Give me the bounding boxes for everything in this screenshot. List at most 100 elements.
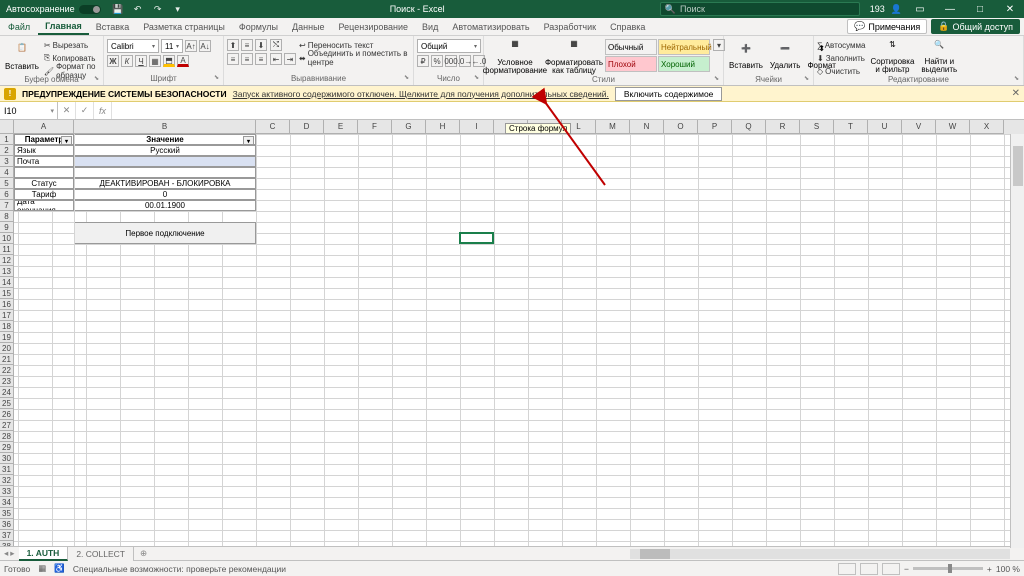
close-button[interactable]: ✕: [998, 0, 1022, 18]
row-header[interactable]: 17: [0, 310, 14, 321]
tab-formulas[interactable]: Формулы: [232, 18, 285, 35]
user-avatar-icon[interactable]: 👤: [891, 4, 902, 15]
cell[interactable]: Почта: [14, 156, 74, 167]
cell[interactable]: Статус: [14, 178, 74, 189]
conditional-formatting-button[interactable]: ▦Условное форматирование: [487, 39, 543, 75]
row-header[interactable]: 34: [0, 497, 14, 508]
zoom-in-button[interactable]: +: [987, 564, 992, 574]
cell[interactable]: ДЕАКТИВИРОВАН - БЛОКИРОВКА: [74, 178, 256, 189]
column-header[interactable]: N: [630, 120, 664, 134]
column-header[interactable]: U: [868, 120, 902, 134]
vertical-scrollbar[interactable]: [1010, 134, 1024, 548]
row-header[interactable]: 15: [0, 288, 14, 299]
user-badge[interactable]: 193: [870, 4, 885, 14]
zoom-level[interactable]: 100 %: [996, 564, 1020, 574]
view-page-break-icon[interactable]: [882, 563, 900, 575]
find-select-button[interactable]: 🔍Найти и выделить: [919, 39, 959, 75]
row-header[interactable]: 19: [0, 332, 14, 343]
column-header[interactable]: E: [324, 120, 358, 134]
macros-icon[interactable]: ▦: [38, 563, 46, 574]
column-header[interactable]: S: [800, 120, 834, 134]
row-header[interactable]: 21: [0, 354, 14, 365]
ribbon-options-icon[interactable]: ▭: [908, 0, 932, 18]
tab-view[interactable]: Вид: [415, 18, 445, 35]
group-font-label[interactable]: Шрифт: [107, 74, 220, 84]
cell-styles-gallery[interactable]: Обычный Нейтральный Плохой Хороший: [605, 39, 710, 72]
row-header[interactable]: 32: [0, 475, 14, 486]
row-header[interactable]: 36: [0, 519, 14, 530]
first-connection-button[interactable]: Первое подключение: [74, 222, 256, 244]
sheet-tab-auth[interactable]: 1. AUTH: [19, 547, 69, 561]
tab-home[interactable]: Главная: [38, 18, 89, 35]
group-styles-label[interactable]: Стили: [487, 75, 720, 84]
column-header[interactable]: P: [698, 120, 732, 134]
cell[interactable]: 00.01.1900: [74, 200, 256, 211]
column-header[interactable]: D: [290, 120, 324, 134]
indent-increase-icon[interactable]: ⇥: [284, 53, 296, 65]
group-clipboard-label[interactable]: Буфер обмена: [3, 75, 100, 84]
paste-button[interactable]: 📋Вставить: [3, 39, 41, 75]
align-left-icon[interactable]: ≡: [227, 53, 239, 65]
sheet-tab-collect[interactable]: 2. COLLECT: [68, 547, 134, 561]
bold-button[interactable]: Ж: [107, 55, 119, 67]
row-header[interactable]: 30: [0, 453, 14, 464]
row-header[interactable]: 1: [0, 134, 14, 145]
accessibility-icon[interactable]: ♿: [54, 563, 65, 574]
cut-button[interactable]: ✂Вырезать: [44, 39, 100, 51]
row-header[interactable]: 24: [0, 387, 14, 398]
share-button[interactable]: 🔒Общий доступ: [931, 19, 1020, 34]
cell[interactable]: Дата окончания: [14, 200, 74, 211]
cell[interactable]: Русский: [74, 145, 256, 156]
indent-decrease-icon[interactable]: ⇤: [270, 53, 282, 65]
row-header[interactable]: 31: [0, 464, 14, 475]
tab-developer[interactable]: Разработчик: [537, 18, 603, 35]
align-bottom-icon[interactable]: ⬇: [255, 39, 267, 51]
fx-icon[interactable]: fx: [94, 102, 112, 119]
column-header[interactable]: R: [766, 120, 800, 134]
column-header[interactable]: I: [460, 120, 494, 134]
merge-center-button[interactable]: ⬌Объединить и поместить в центре: [299, 52, 410, 64]
column-header[interactable]: O: [664, 120, 698, 134]
row-header[interactable]: 7: [0, 200, 14, 211]
select-all-corner[interactable]: [0, 120, 14, 134]
column-header[interactable]: F: [358, 120, 392, 134]
toggle-off-icon[interactable]: [79, 5, 101, 14]
comments-button[interactable]: 💬Примечания: [847, 19, 927, 34]
row-header[interactable]: 13: [0, 266, 14, 277]
increase-font-icon[interactable]: A↑: [185, 40, 197, 52]
font-name-combo[interactable]: Calibri: [107, 39, 159, 53]
security-message-link[interactable]: Запуск активного содержимого отключен. Щ…: [233, 89, 609, 99]
row-header[interactable]: 35: [0, 508, 14, 519]
row-header[interactable]: 20: [0, 343, 14, 354]
column-header[interactable]: H: [426, 120, 460, 134]
underline-button[interactable]: Ч: [135, 55, 147, 67]
align-center-icon[interactable]: ≡: [241, 53, 253, 65]
enter-formula-icon[interactable]: ✓: [76, 102, 94, 119]
group-editing-label[interactable]: Редактирование: [817, 75, 1020, 84]
group-cells-label[interactable]: Ячейки: [727, 75, 810, 84]
row-header[interactable]: 9: [0, 222, 14, 233]
column-header[interactable]: V: [902, 120, 936, 134]
column-header[interactable]: W: [936, 120, 970, 134]
row-header[interactable]: 28: [0, 431, 14, 442]
column-header[interactable]: Q: [732, 120, 766, 134]
style-neutral[interactable]: Нейтральный: [658, 39, 710, 55]
orientation-icon[interactable]: ⤭: [270, 39, 282, 51]
style-bad[interactable]: Плохой: [605, 56, 657, 72]
number-format-combo[interactable]: Общий: [417, 39, 481, 53]
row-header[interactable]: 10: [0, 233, 14, 244]
minimize-button[interactable]: —: [938, 0, 962, 18]
row-header[interactable]: 11: [0, 244, 14, 255]
cell[interactable]: Язык: [14, 145, 74, 156]
tab-data[interactable]: Данные: [285, 18, 332, 35]
row-header[interactable]: 8: [0, 211, 14, 222]
tab-help[interactable]: Справка: [603, 18, 652, 35]
tab-automate[interactable]: Автоматизировать: [445, 18, 536, 35]
cell[interactable]: [74, 167, 256, 178]
row-header[interactable]: 23: [0, 376, 14, 387]
row-header[interactable]: 38: [0, 541, 14, 546]
cell[interactable]: [74, 156, 256, 167]
file-menu[interactable]: Файл: [0, 18, 38, 35]
autosave-toggle[interactable]: Автосохранение: [6, 4, 101, 14]
row-header[interactable]: 6: [0, 189, 14, 200]
